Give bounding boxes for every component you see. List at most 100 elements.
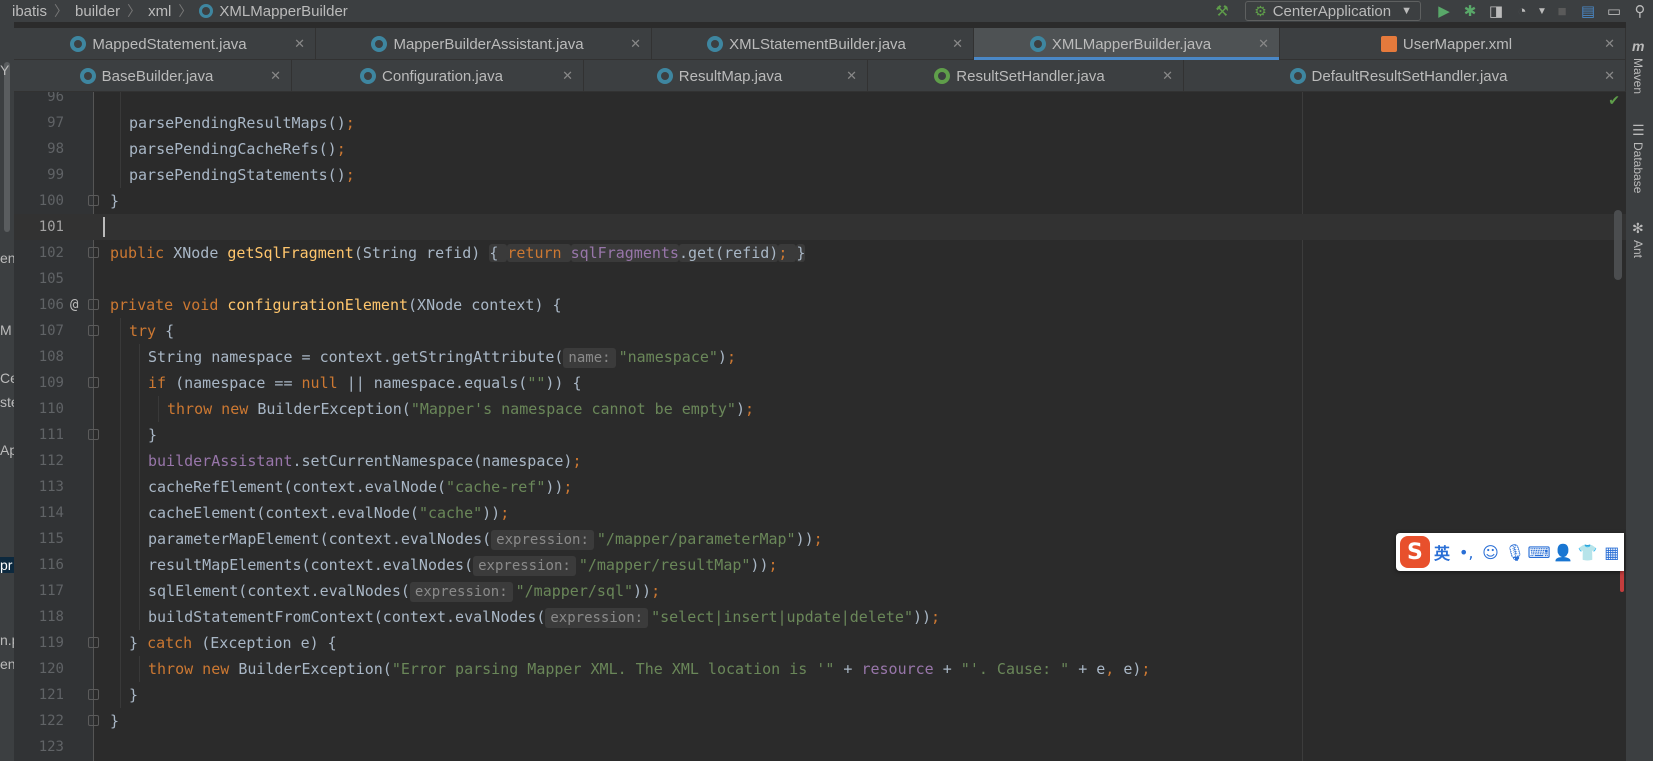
code-line[interactable]: 114 cacheElement(context.evalNode("cache"… (14, 500, 1626, 526)
code-line[interactable]: 106 @ private void configurationElement(XN… (14, 292, 1626, 318)
line-number[interactable]: 109 (14, 370, 64, 396)
code-line[interactable]: 97 parsePendingResultMaps(); (14, 110, 1626, 136)
line-number[interactable]: 110 (14, 396, 64, 422)
project-tree-fragment[interactable]: n.p (0, 632, 14, 648)
line-number[interactable]: 116 (14, 552, 64, 578)
line-number[interactable]: 98 (14, 136, 64, 162)
bug-icon[interactable]: ✱ (1457, 0, 1483, 22)
editor-scrollbar[interactable] (1614, 210, 1622, 280)
editor-tab[interactable]: MappedStatement.java ✕ (14, 28, 316, 60)
ant-tool-button[interactable]: Ant (1631, 240, 1645, 258)
breadcrumb-item[interactable]: xml (148, 3, 171, 20)
code-line[interactable]: 105 (14, 266, 1626, 292)
project-tree-fragment[interactable]: Ap (0, 442, 14, 458)
line-number[interactable]: 101 (14, 214, 64, 240)
line-number[interactable]: 107 (14, 318, 64, 344)
editor-tab[interactable]: XMLMapperBuilder.java ✕ (974, 28, 1280, 60)
code-line[interactable]: 99 parsePendingStatements(); (14, 162, 1626, 188)
line-number[interactable]: 118 (14, 604, 64, 630)
code-text[interactable]: String namespace = context.getStringAttr… (148, 344, 736, 370)
line-number[interactable]: 108 (14, 344, 64, 370)
code-line[interactable]: 110 throw new BuilderException("Mapper's … (14, 396, 1626, 422)
code-line[interactable]: 98 parsePendingCacheRefs(); (14, 136, 1626, 162)
code-line[interactable]: 112 builderAssistant.setCurrentNamespace(… (14, 448, 1626, 474)
search-icon[interactable]: ⚲ (1627, 0, 1653, 22)
code-line[interactable]: 108 String namespace = context.getStringA… (14, 344, 1626, 370)
code-text[interactable]: sqlElement(context.evalNodes(expression:… (148, 578, 660, 604)
close-icon[interactable]: ✕ (952, 36, 963, 52)
editor-tab[interactable]: MapperBuilderAssistant.java ✕ (316, 28, 652, 60)
code-text[interactable]: } (148, 422, 157, 448)
microphone-icon[interactable]: 🎙 (1503, 543, 1527, 562)
database-icon[interactable]: ☰ (1632, 122, 1645, 139)
structure-icon[interactable]: ▤ (1575, 0, 1601, 22)
ant-icon[interactable]: ✻ (1632, 220, 1644, 237)
fold-toggle-icon[interactable] (88, 325, 99, 336)
breadcrumb-item[interactable]: XMLMapperBuilder (219, 3, 347, 20)
code-text[interactable]: private void configurationElement(XNode … (110, 292, 562, 318)
override-annotation-icon[interactable]: @ (70, 292, 78, 318)
project-tree-fragment[interactable]: en (0, 656, 14, 672)
editor-tab[interactable]: DefaultResultSetHandler.java ✕ (1184, 60, 1626, 92)
code-text[interactable]: cacheRefElement(context.evalNode("cache-… (148, 474, 572, 500)
close-icon[interactable]: ✕ (846, 68, 857, 84)
line-number[interactable]: 111 (14, 422, 64, 448)
keyboard-icon[interactable]: ⌨ (1527, 543, 1551, 562)
code-text[interactable]: try { (129, 318, 174, 344)
punctuation-icon[interactable]: •, (1454, 543, 1478, 562)
code-text[interactable]: } (129, 682, 138, 708)
run-configuration-selector[interactable]: ⚙ CenterApplication ▼ (1245, 1, 1421, 21)
code-text[interactable]: parsePendingStatements(); (129, 162, 355, 188)
project-tree-fragment[interactable]: M (0, 322, 12, 338)
run-icon[interactable]: ▶ (1431, 0, 1457, 22)
line-number[interactable]: 113 (14, 474, 64, 500)
fold-toggle-icon[interactable] (88, 689, 99, 700)
fold-toggle-icon[interactable] (88, 299, 99, 310)
code-line[interactable]: 102 public XNode getSqlFragment(String re… (14, 240, 1626, 266)
code-text[interactable]: } (110, 708, 119, 734)
breadcrumb-item[interactable]: builder (75, 3, 120, 20)
close-icon[interactable]: ✕ (562, 68, 573, 84)
close-icon[interactable]: ✕ (1258, 36, 1269, 52)
code-text[interactable]: parsePendingResultMaps(); (129, 110, 355, 136)
line-number[interactable]: 97 (14, 110, 64, 136)
project-tree-fragment[interactable]: Ce (0, 370, 14, 386)
line-number[interactable]: 106 (14, 292, 64, 318)
code-text[interactable]: } catch (Exception e) { (129, 630, 337, 656)
code-text[interactable]: cacheElement(context.evalNode("cache")); (148, 500, 509, 526)
code-line[interactable]: 118 buildStatementFromContext(context.eva… (14, 604, 1626, 630)
fold-toggle-icon[interactable] (88, 247, 99, 258)
code-line[interactable]: 116 resultMapElements(context.evalNodes(e… (14, 552, 1626, 578)
code-line[interactable]: 119 } catch (Exception e) { (14, 630, 1626, 656)
code-line[interactable]: 115 parameterMapElement(context.evalNodes… (14, 526, 1626, 552)
sogou-logo-icon[interactable]: S (1400, 536, 1430, 568)
stop-icon[interactable]: ■ (1549, 0, 1575, 22)
editor-tab[interactable]: Configuration.java ✕ (292, 60, 584, 92)
line-number[interactable]: 119 (14, 630, 64, 656)
code-text[interactable]: public XNode getSqlFragment(String refid… (110, 240, 806, 266)
close-icon[interactable]: ✕ (630, 36, 641, 52)
code-line[interactable]: 123 (14, 734, 1626, 760)
editor-tab[interactable]: BaseBuilder.java ✕ (14, 60, 292, 92)
project-tree-fragment[interactable]: ste (0, 394, 14, 410)
code-text[interactable]: throw new BuilderException("Error parsin… (148, 656, 1150, 682)
editor-tab[interactable]: UserMapper.xml ✕ (1280, 28, 1626, 60)
line-number[interactable]: 123 (14, 734, 64, 760)
code-line[interactable]: 100} (14, 188, 1626, 214)
line-number[interactable]: 102 (14, 240, 64, 266)
project-tree-fragment[interactable]: Y (0, 62, 9, 78)
code-line[interactable]: 117 sqlElement(context.evalNodes(expressi… (14, 578, 1626, 604)
ime-toolbar[interactable]: S 英 •, ☺ 🎙 ⌨ 👤 👕 ▦ (1396, 533, 1624, 571)
code-line[interactable]: 122} (14, 708, 1626, 734)
line-number[interactable]: 114 (14, 500, 64, 526)
close-icon[interactable]: ✕ (1604, 68, 1615, 84)
line-number[interactable]: 122 (14, 708, 64, 734)
code-line[interactable]: 120 throw new BuilderException("Error par… (14, 656, 1626, 682)
line-number[interactable]: 120 (14, 656, 64, 682)
close-icon[interactable]: ✕ (1604, 36, 1615, 52)
project-tree-selected[interactable]: pr (0, 557, 14, 573)
fold-toggle-icon[interactable] (88, 715, 99, 726)
coverage-icon[interactable]: ◨ (1483, 0, 1509, 22)
user-icon[interactable]: 👤 (1551, 543, 1575, 562)
line-number[interactable]: 112 (14, 448, 64, 474)
